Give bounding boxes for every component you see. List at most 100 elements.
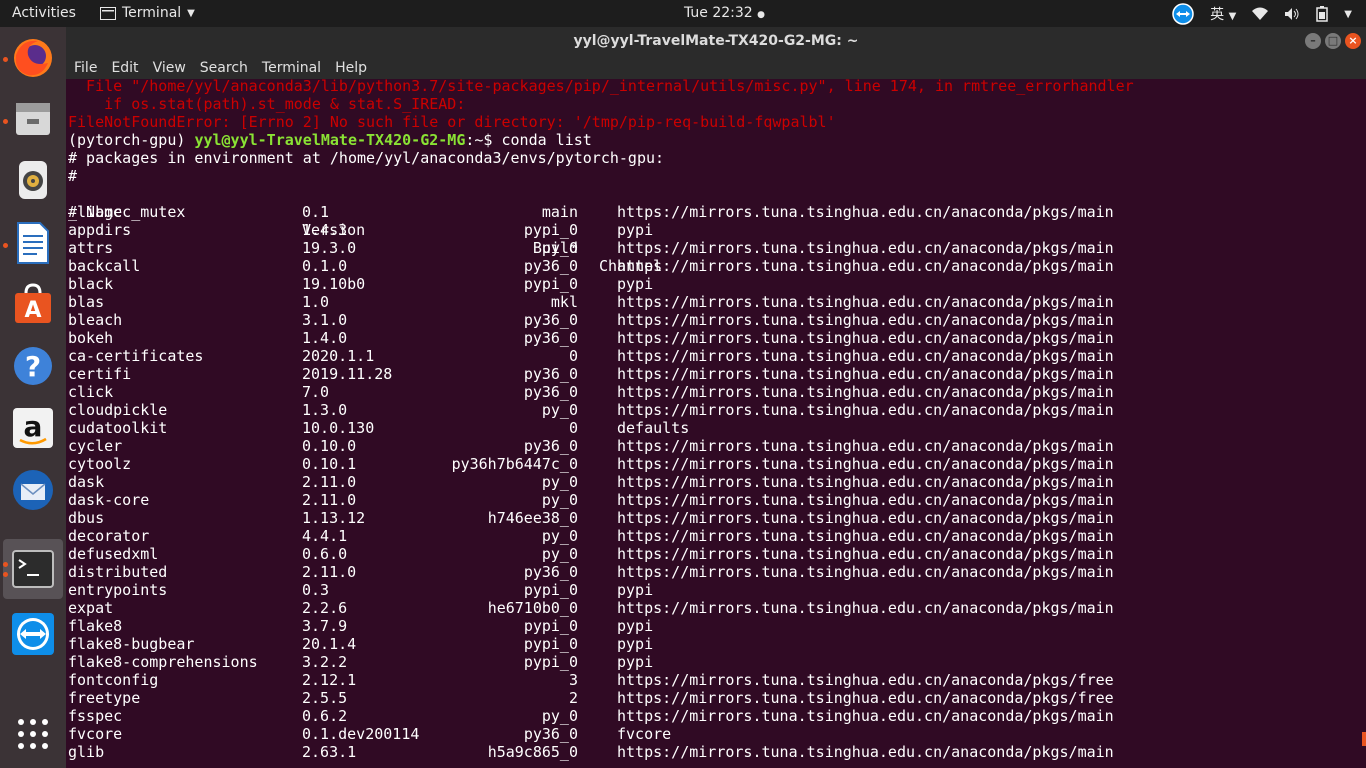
maximize-button[interactable]: □ bbox=[1325, 33, 1341, 49]
package-version: 19.10b0 bbox=[302, 275, 366, 293]
package-channel: https://mirrors.tuna.tsinghua.edu.cn/ana… bbox=[617, 329, 1114, 347]
wifi-icon[interactable] bbox=[1252, 7, 1269, 21]
table-row: fsspec 0.6.2 py_0 https://mirrors.tuna.tsin… bbox=[68, 707, 1358, 725]
top-bar: Activities Terminal ▼ Tue 22:32 ● 英 ▼ ▼ bbox=[0, 0, 1366, 27]
system-menu-chevron-icon[interactable]: ▼ bbox=[1344, 9, 1352, 20]
table-row: expat 2.2.6 he6710b0_0 https://mirrors.tuna… bbox=[68, 599, 1358, 617]
menu-help[interactable]: Help bbox=[335, 60, 367, 76]
package-version: 1.4.3 bbox=[302, 221, 348, 239]
battery-icon[interactable] bbox=[1316, 6, 1329, 22]
package-build: py36_0 bbox=[523, 437, 578, 455]
terminal-small-icon bbox=[100, 6, 116, 20]
table-row: attrs 19.3.0 py_0 https://mirrors.tuna.tsin… bbox=[68, 239, 1358, 257]
package-build: pypi_0 bbox=[523, 617, 578, 635]
package-build: py36h7b6447c_0 bbox=[451, 455, 578, 473]
command-text: conda list bbox=[501, 131, 592, 149]
terminal-output[interactable]: File "/home/yyl/anaconda3/lib/python3.7/… bbox=[66, 79, 1362, 768]
dock-writer[interactable] bbox=[10, 220, 56, 266]
minimize-button[interactable]: – bbox=[1305, 33, 1321, 49]
table-row: decorator 4.4.1 py_0 https://mirrors.tuna.t… bbox=[68, 527, 1358, 545]
hash-line: # bbox=[68, 167, 78, 185]
menu-search[interactable]: Search bbox=[200, 60, 248, 76]
package-version: 10.0.130 bbox=[302, 419, 375, 437]
package-channel: pypi bbox=[617, 275, 654, 293]
table-row: dask 2.11.0 py_0 https://mirrors.tuna.tsing… bbox=[68, 473, 1358, 491]
package-channel: https://mirrors.tuna.tsinghua.edu.cn/ana… bbox=[617, 527, 1114, 545]
menu-file[interactable]: File bbox=[74, 60, 97, 76]
input-method-indicator[interactable]: 英 ▼ bbox=[1210, 4, 1236, 24]
scrollbar-indicator[interactable] bbox=[1362, 732, 1366, 746]
menu-view[interactable]: View bbox=[153, 60, 186, 76]
table-row: cloudpickle 1.3.0 py_0 https://mirrors.tuna… bbox=[68, 401, 1358, 419]
clock-label: Tue 22:32 bbox=[684, 5, 753, 21]
menu-terminal[interactable]: Terminal bbox=[262, 60, 321, 76]
window-titlebar[interactable]: yyl@yyl-TravelMate-TX420-G2-MG: ~ – □ × bbox=[66, 27, 1366, 56]
package-channel: pypi bbox=[617, 221, 654, 239]
prompt-path: :~$ bbox=[465, 131, 502, 149]
svg-text:a: a bbox=[24, 410, 43, 443]
table-row: click 7.0 py36_0 https://mirrors.tuna.tsing… bbox=[68, 383, 1358, 401]
teamviewer-tray-icon[interactable] bbox=[1172, 3, 1194, 25]
running-indicator bbox=[3, 572, 8, 577]
dock-help[interactable]: ? bbox=[10, 343, 56, 389]
package-name: dask bbox=[68, 473, 105, 491]
app-menu[interactable]: Terminal ▼ bbox=[100, 5, 195, 21]
volume-icon[interactable] bbox=[1284, 7, 1300, 21]
running-indicator bbox=[3, 562, 8, 567]
package-version: 2.5.5 bbox=[302, 689, 348, 707]
dock-software[interactable]: A bbox=[10, 281, 56, 327]
package-version: 1.3.0 bbox=[302, 401, 348, 419]
running-indicator bbox=[3, 119, 8, 124]
package-build: 3 bbox=[568, 671, 578, 689]
dock-rhythmbox[interactable] bbox=[10, 157, 56, 203]
amazon-icon: a bbox=[13, 408, 53, 448]
running-indicator bbox=[3, 243, 8, 248]
package-channel: pypi bbox=[617, 653, 654, 671]
dock-terminal[interactable] bbox=[3, 539, 63, 599]
package-name: appdirs bbox=[68, 221, 132, 239]
show-applications-button[interactable] bbox=[10, 711, 56, 757]
table-row: certifi 2019.11.28 py36_0 https://mirrors.t… bbox=[68, 365, 1358, 383]
package-build: py_0 bbox=[541, 707, 578, 725]
package-channel: pypi bbox=[617, 581, 654, 599]
package-name: freetype bbox=[68, 689, 141, 707]
table-row: bleach 3.1.0 py36_0 https://mirrors.tuna.ts… bbox=[68, 311, 1358, 329]
package-name: fsspec bbox=[68, 707, 123, 725]
system-tray: 英 ▼ ▼ bbox=[1172, 3, 1352, 25]
clock[interactable]: Tue 22:32 ● bbox=[684, 5, 765, 21]
rhythmbox-icon bbox=[19, 161, 47, 199]
package-name: dask-core bbox=[68, 491, 150, 509]
package-version: 0.6.2 bbox=[302, 707, 348, 725]
activities-button[interactable]: Activities bbox=[12, 5, 76, 21]
table-row: dbus 1.13.12 h746ee38_0 https://mirrors.tun… bbox=[68, 509, 1358, 527]
writer-icon bbox=[17, 222, 49, 264]
package-version: 2.63.1 bbox=[302, 743, 357, 761]
package-name: cycler bbox=[68, 437, 123, 455]
table-row: flake8-bugbear 20.1.4 pypi_0 pypi bbox=[68, 635, 1358, 653]
dock-firefox[interactable] bbox=[10, 35, 56, 81]
package-version: 19.3.0 bbox=[302, 239, 357, 257]
package-channel: https://mirrors.tuna.tsinghua.edu.cn/ana… bbox=[617, 257, 1114, 275]
package-version: 1.4.0 bbox=[302, 329, 348, 347]
table-header: # Name Version Build Channel bbox=[68, 185, 1358, 275]
package-name: _libgcc_mutex bbox=[68, 203, 186, 221]
menu-edit[interactable]: Edit bbox=[111, 60, 138, 76]
env-line: # packages in environment at /home/yyl/a… bbox=[68, 149, 665, 167]
package-name: glib bbox=[68, 743, 105, 761]
close-button[interactable]: × bbox=[1345, 33, 1361, 49]
window-title: yyl@yyl-TravelMate-TX420-G2-MG: ~ bbox=[573, 33, 859, 49]
package-build: py_0 bbox=[541, 527, 578, 545]
package-build: 0 bbox=[568, 419, 578, 437]
table-row: fvcore 0.1.dev200114 py36_0 fvcore bbox=[68, 725, 1358, 743]
package-name: fvcore bbox=[68, 725, 123, 743]
package-version: 3.1.0 bbox=[302, 311, 348, 329]
dock-amazon[interactable]: a bbox=[10, 405, 56, 451]
package-name: ca-certificates bbox=[68, 347, 204, 365]
package-channel: https://mirrors.tuna.tsinghua.edu.cn/ana… bbox=[617, 689, 1114, 707]
package-version: 0.10.0 bbox=[302, 437, 357, 455]
dock-thunderbird[interactable] bbox=[10, 467, 56, 513]
package-build: pypi_0 bbox=[523, 653, 578, 671]
package-channel: https://mirrors.tuna.tsinghua.edu.cn/ana… bbox=[617, 473, 1114, 491]
dock-teamviewer[interactable] bbox=[10, 611, 56, 657]
dock-files[interactable] bbox=[10, 96, 56, 142]
